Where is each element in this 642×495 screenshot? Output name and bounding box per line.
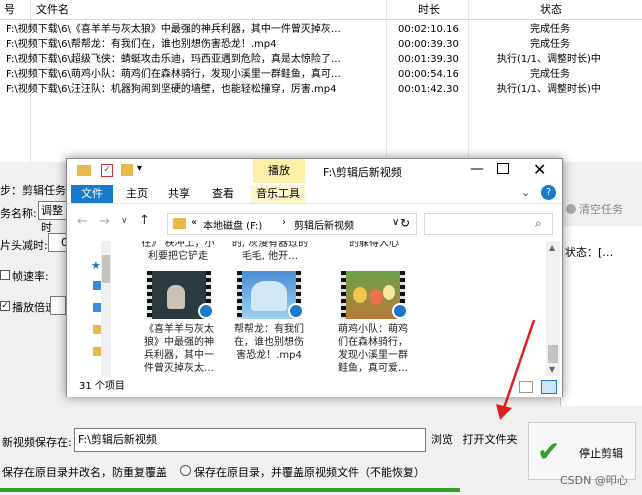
stop-edit-label: 停止剪辑	[579, 447, 623, 460]
scroll-thumb[interactable]	[548, 345, 558, 363]
breadcrumb-folder[interactable]: 剪辑后新视频	[294, 217, 354, 232]
up-button[interactable]: ↑	[139, 213, 150, 228]
framerate-label: 帧速率:	[12, 270, 49, 283]
table-row[interactable]: F:\视频下载\6\汪汪队：机器狗闹到坚硬的墙壁，也能轻松撞穿，厉害.mp4 00…	[0, 82, 642, 97]
save-option-rename[interactable]: 保存在原目录并改名，防重复覆盖	[2, 464, 167, 480]
open-folder-button[interactable]: 打开文件夹	[460, 429, 520, 451]
overwrite-radio[interactable]	[180, 465, 191, 476]
search-input[interactable]: ⌕	[424, 213, 553, 235]
minimize-button[interactable]: —	[467, 161, 487, 177]
scroll-down-icon[interactable]: ▼	[549, 365, 555, 374]
character-shape	[369, 289, 383, 305]
media-player-badge-icon	[392, 303, 408, 319]
search-icon: ⌕	[535, 216, 542, 230]
breadcrumb-sep-icon: ›	[282, 217, 286, 228]
character-shape	[251, 281, 287, 311]
expand-ribbon-icon[interactable]: ⌄	[521, 186, 530, 199]
save-path-input[interactable]: F:\剪辑后新视频	[74, 428, 426, 452]
star-icon[interactable]: ★	[91, 259, 101, 272]
file-grid-scrollbar[interactable]: ▲ ▼	[546, 241, 560, 376]
save-location-label: 新视频保存在:	[2, 436, 72, 449]
play-context-tab[interactable]: 播放	[253, 159, 305, 183]
col-index-header[interactable]: 号	[4, 0, 15, 19]
explorer-titlebar[interactable]: ✓ ▾ 播放 F:\剪辑后新视频 — ✕	[67, 159, 562, 183]
save-option-overwrite[interactable]: 保存在原目录，并覆盖原视频文件（不能恢复）	[194, 464, 425, 480]
status-panel: 状态：[…	[560, 226, 642, 406]
nav-item-icon[interactable]	[93, 325, 101, 334]
media-player-badge-icon	[288, 303, 304, 319]
ribbon-tabs: 文件 主页 共享 查看 音乐工具 ⌄ ?	[67, 183, 562, 204]
status-snippet: 状态：[…	[565, 246, 614, 259]
window-title: F:\剪辑后新视频	[323, 166, 402, 179]
file-caption-partial: 的, 灰漫有器过的毛毛, 他开…	[231, 241, 309, 262]
task-name-label: 务名称:	[0, 207, 37, 220]
framerate-checkbox[interactable]	[0, 270, 10, 280]
item-count: 31 个项目	[79, 381, 125, 392]
tab-home[interactable]: 主页	[119, 185, 155, 203]
folder-icon	[77, 165, 91, 176]
character-shape	[353, 287, 367, 303]
refresh-button[interactable]: ↻	[400, 216, 410, 230]
col-duration-header[interactable]: 时长	[418, 0, 440, 19]
recent-dropdown-icon[interactable]: ∨	[121, 216, 128, 226]
nav-scrollbar[interactable]	[101, 241, 111, 376]
scroll-up-icon[interactable]: ▲	[549, 243, 555, 252]
task-list: 号 文件名 时长 状态 F:\视频下载\6\《喜羊羊与灰太狼》中最强的神兵利器，…	[0, 0, 642, 162]
col-filename-header[interactable]: 文件名	[36, 0, 69, 19]
media-player-badge-icon	[198, 303, 214, 319]
nav-item-icon[interactable]	[93, 347, 101, 356]
checkmark-icon: ✔	[537, 435, 561, 468]
character-shape	[383, 285, 395, 300]
breadcrumb-drive[interactable]: 本地磁盘 (F:)	[203, 217, 262, 232]
properties-icon[interactable]: ✓	[101, 164, 113, 177]
annotation-arrow	[496, 319, 536, 420]
tab-share[interactable]: 共享	[161, 185, 197, 203]
file-caption-partial: 在》 秩冲上，小利要把它铲走	[141, 241, 215, 262]
back-button[interactable]: ←	[77, 214, 88, 229]
maximize-button[interactable]	[497, 163, 509, 174]
nav-item-icon[interactable]	[93, 303, 101, 312]
watermark: CSDN @叩心	[560, 474, 628, 487]
clear-tasks-button[interactable]: 清空任务	[566, 200, 636, 220]
nav-item-icon[interactable]	[93, 281, 101, 290]
address-dropdown-icon[interactable]: ∨	[392, 217, 399, 228]
table-row[interactable]: F:\视频下载\6\帮帮龙：有我们在，谁也别想伤害恐龙！.mp4 00:00:39…	[0, 37, 642, 52]
character-shape	[167, 285, 185, 309]
address-bar[interactable]: « 本地磁盘 (F:) › 剪辑后新视频 ∨	[167, 213, 417, 235]
progress-bar	[0, 488, 460, 492]
tab-view[interactable]: 查看	[205, 185, 241, 203]
nav-scroll-thumb[interactable]	[102, 255, 110, 283]
tab-music-tools[interactable]: 音乐工具	[251, 185, 305, 203]
col-status-header[interactable]: 状态	[540, 0, 562, 19]
cut-label: 片头减时:	[0, 239, 48, 252]
navigation-bar: ← → ∨ ↑ « 本地磁盘 (F:) › 剪辑后新视频 ∨ ↻ ⌕	[67, 209, 562, 239]
new-folder-icon[interactable]	[121, 164, 133, 176]
file-name: 萌鸡小队：萌鸡们在森林骑行，发现小溪里一群鲑鱼，真可爱…	[338, 324, 408, 374]
close-button[interactable]: ✕	[533, 160, 546, 179]
navigation-pane[interactable]: ★	[87, 241, 111, 376]
tab-file[interactable]: 文件	[71, 185, 113, 203]
quick-access-dropdown-icon[interactable]: ▾	[137, 163, 142, 174]
table-row[interactable]: F:\视频下载\6\超级飞侠：蜻蜓攻击乐迪，玛西亚遇到危险，真是太惊险了… 00:…	[0, 52, 642, 67]
header-divider	[0, 19, 642, 20]
forward-button[interactable]: →	[99, 214, 110, 229]
clear-icon	[566, 204, 576, 214]
table-row[interactable]: F:\视频下载\6\《喜羊羊与灰太狼》中最强的神兵利器，其中一件曾灭掉灰… 00:…	[0, 22, 642, 37]
file-name: 帮帮龙：有我们在，谁也别想伤害恐龙！.mp4	[234, 324, 304, 361]
speed-checkbox[interactable]: ✓	[0, 301, 10, 311]
folder-icon	[173, 218, 186, 229]
large-icons-view-icon[interactable]	[541, 380, 557, 394]
file-name: 《喜羊羊与灰太狼》中最强的神兵利器，其中一件曾灭掉灰太…	[144, 324, 214, 374]
speed-input[interactable]	[50, 296, 66, 315]
file-caption-partial: 的躲得人心	[349, 241, 399, 249]
breadcrumb-sep-icon: «	[191, 217, 198, 228]
table-row[interactable]: F:\视频下载\6\萌鸡小队：萌鸡们在森林骑行，发现小溪里一群鲑鱼，真可… 00:…	[0, 67, 642, 82]
help-icon[interactable]: ?	[541, 185, 556, 200]
browse-button[interactable]: 浏览	[428, 429, 456, 451]
